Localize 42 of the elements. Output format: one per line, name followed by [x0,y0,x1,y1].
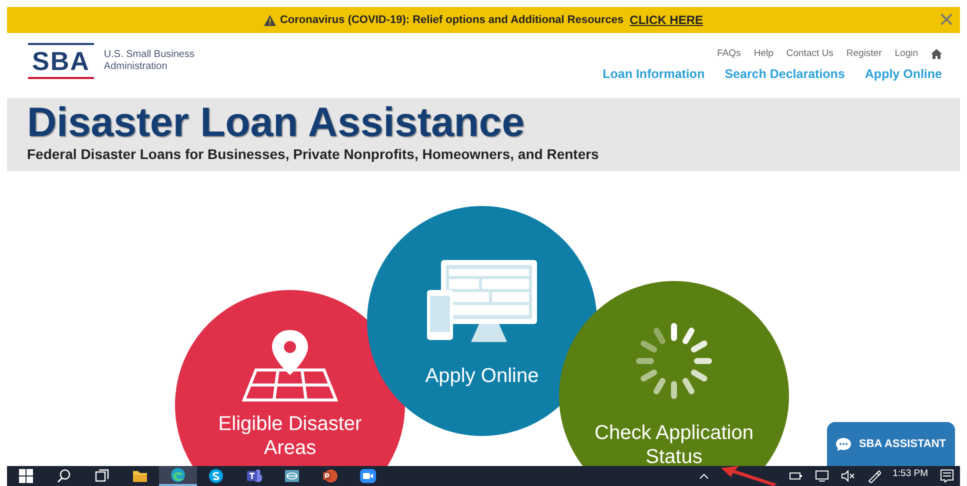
option-circle[interactable]: Check Application Status [559,281,789,466]
windows-icon [18,468,34,484]
home-icon [931,48,942,58]
video-camera-icon [360,468,376,484]
map-pin-icon [242,330,338,402]
nav-link[interactable]: Search Declarations [724,67,845,81]
utility-link[interactable]: Help [754,48,774,59]
warning-icon [264,14,276,26]
nav-link[interactable]: Loan Information [602,67,705,81]
pen-icon [866,469,881,483]
option-label: Eligible Disaster Areas [217,412,363,460]
edge-taskbar-button[interactable] [159,466,197,486]
utility-link[interactable]: Login [894,48,918,59]
alert-link[interactable]: CLICK HERE [630,13,704,27]
search-icon [56,468,72,484]
loading-spinner-icon [634,321,714,401]
chat-icon [836,438,851,451]
agency-name: U.S. Small Business Administration [104,49,196,73]
mute-speaker-icon [840,470,855,482]
task-view-icon [94,468,110,484]
arrow-drawing [720,466,777,486]
hero-title: Disaster Loan Assistance [27,98,526,145]
monitor-icon [814,470,829,482]
hero-subtitle: Federal Disaster Loans for Businesses, Private Nonprofits, Homeowners, and Renters [27,146,600,162]
close-button[interactable]: × [936,7,956,31]
teams-icon [246,468,262,484]
utility-link[interactable]: Contact Us [786,48,834,59]
powerpoint-icon [322,468,338,484]
folder-icon [132,468,148,484]
nav-link[interactable]: Apply Online [864,67,942,81]
notification-icon [940,469,954,483]
network-app-icon [284,468,300,484]
option-circle[interactable]: Eligible Disaster Areas [175,290,405,466]
logo[interactable]: SBA [28,43,94,79]
skype-icon [208,468,224,484]
battery-icon [788,471,803,481]
alert-text: Coronavirus (COVID-19): Relief options and Additional Resources [280,14,624,26]
chevron-up-icon [698,473,709,479]
utility-link[interactable]: FAQs [717,48,741,59]
utility-link[interactable]: Register [846,48,882,59]
option-label: Apply Online [425,364,539,389]
edge-icon [170,467,186,483]
